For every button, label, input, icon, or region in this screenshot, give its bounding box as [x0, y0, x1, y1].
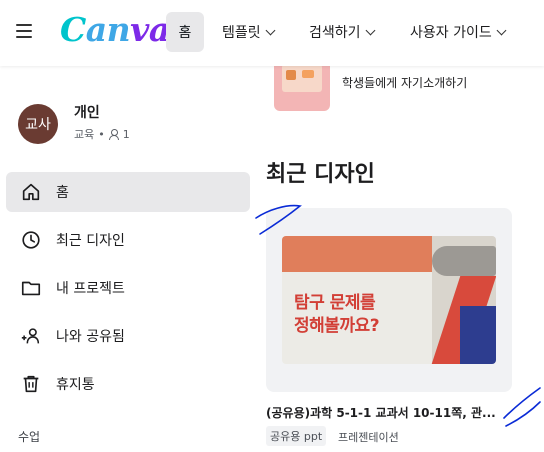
- sidebar-section-classes: 수업: [18, 430, 41, 444]
- trash-icon: [23, 375, 39, 393]
- nav-guide-menu[interactable]: 사용자 가이드: [410, 12, 507, 52]
- nav-templates-label: 템플릿: [222, 25, 261, 41]
- slide-heading: 탐구 문제를 정해볼까요?: [294, 292, 380, 338]
- slide-art: [460, 306, 496, 364]
- slide-art: [432, 246, 496, 276]
- nav-guide-label: 사용자 가이드: [410, 25, 492, 41]
- design-thumbnail: 탐구 문제를 정해볼까요?: [282, 236, 496, 364]
- clock-icon: [22, 231, 40, 249]
- canva-logo[interactable]: Canva: [60, 10, 170, 49]
- chevron-down-icon: [496, 25, 507, 35]
- home-icon: [22, 183, 40, 201]
- folder-icon: [21, 281, 41, 296]
- slide-heading-line: 정해볼까요?: [294, 316, 380, 336]
- design-card[interactable]: 탐구 문제를 정해볼까요?: [266, 208, 512, 392]
- sidebar-item-shared[interactable]: 나와 공유됨: [6, 316, 250, 356]
- design-title[interactable]: 학생들에게 자기소개하기: [342, 74, 467, 91]
- design-title[interactable]: (공유용)과학 5-1-1 교과서 10-11쪽, 관...: [266, 404, 512, 421]
- nav-explore-label: 검색하기: [309, 25, 361, 41]
- avatar[interactable]: 교사: [18, 104, 58, 144]
- nav-home-button[interactable]: 홈: [166, 12, 204, 52]
- slide-art: [282, 236, 432, 272]
- sidebar-item-projects[interactable]: 내 프로젝트: [6, 268, 250, 308]
- top-header: Canva 홈 템플릿 검색하기 사용자 가이드: [0, 0, 544, 66]
- chevron-down-icon: [365, 25, 375, 35]
- logo-part: C: [60, 10, 86, 49]
- account-type: 교육: [74, 128, 95, 141]
- sidebar-item-recent[interactable]: 최근 디자인: [6, 220, 250, 260]
- thumbnail-art: [302, 70, 314, 78]
- sidebar-item-trash[interactable]: 휴지통: [6, 364, 250, 404]
- separator: •: [98, 127, 105, 141]
- thumbnail-art: [286, 70, 296, 80]
- person-icon: [108, 129, 119, 140]
- logo-part: an: [85, 10, 131, 49]
- sidebar-item-label: 휴지통: [56, 377, 95, 393]
- sidebar-item-label: 홈: [56, 185, 69, 201]
- nav-explore-menu[interactable]: 검색하기: [309, 12, 375, 52]
- sidebar-item-label: 최근 디자인: [56, 233, 125, 249]
- people-icon: [21, 328, 40, 344]
- recent-designs-heading: 최근 디자인: [266, 162, 375, 187]
- account-name[interactable]: 개인: [74, 102, 100, 122]
- nav-templates-menu[interactable]: 템플릿: [222, 12, 276, 52]
- design-type: 프레젠테이션: [338, 431, 399, 444]
- sidebar-item-home[interactable]: 홈: [6, 172, 250, 212]
- sidebar-item-label: 내 프로젝트: [56, 281, 125, 297]
- sidebar-item-label: 나와 공유됨: [56, 329, 125, 345]
- slide-heading-line: 탐구 문제를: [294, 293, 376, 313]
- design-tag: 공유용 ppt: [266, 426, 327, 446]
- menu-icon[interactable]: [16, 24, 34, 40]
- chevron-down-icon: [265, 25, 276, 35]
- member-count: 1: [122, 127, 130, 141]
- logo-part: va: [130, 10, 170, 49]
- account-details: 교육 • 1: [74, 126, 130, 142]
